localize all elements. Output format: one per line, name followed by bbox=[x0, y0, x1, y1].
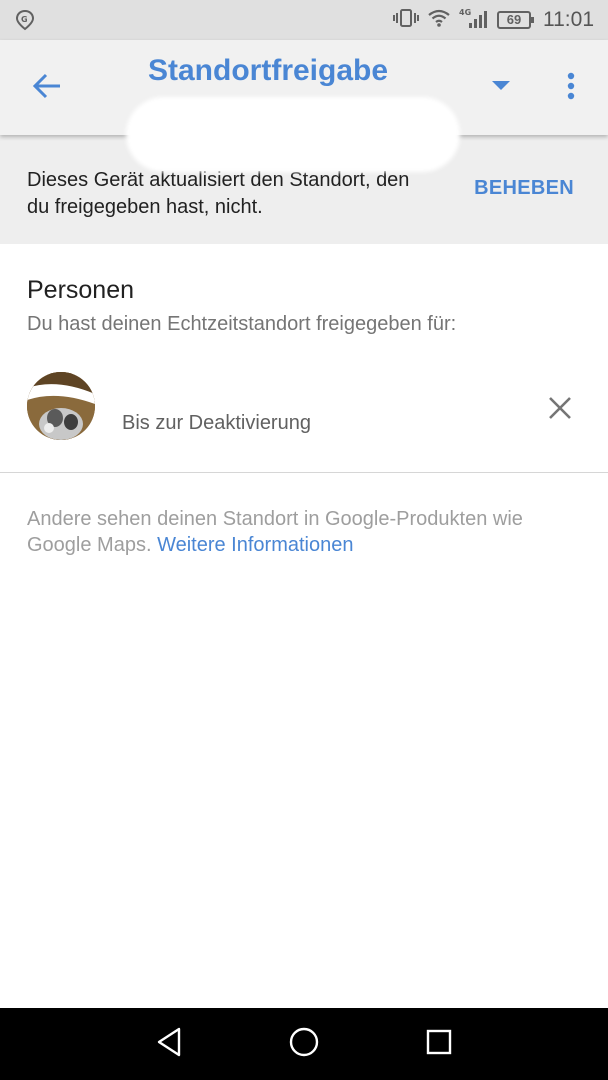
maps-location-icon: G bbox=[14, 9, 36, 31]
system-nav-bar bbox=[0, 1008, 608, 1080]
shared-person-row[interactable]: Bis zur Deaktivierung bbox=[0, 362, 608, 452]
wifi-icon bbox=[427, 8, 451, 33]
overflow-menu-button[interactable] bbox=[554, 68, 588, 108]
app-bar: Standortfreigabe bbox=[0, 40, 608, 172]
section-title: Personen bbox=[27, 276, 135, 304]
nav-back-button[interactable] bbox=[149, 1024, 189, 1064]
status-bar: G 4G 69 11:01 bbox=[0, 0, 608, 40]
more-vert-icon bbox=[567, 72, 575, 105]
fix-button[interactable]: BEHEBEN bbox=[474, 177, 574, 200]
banner-message: Dieses Gerät aktualisiert den Standort, … bbox=[27, 169, 410, 218]
info-footer: Andere sehen deinen Standort in Google-P… bbox=[27, 506, 587, 558]
svg-text:G: G bbox=[21, 15, 28, 24]
stop-sharing-button[interactable] bbox=[540, 390, 580, 430]
recents-square-icon bbox=[425, 1028, 453, 1061]
account-subtitle-redacted bbox=[126, 97, 460, 172]
back-triangle-icon bbox=[156, 1027, 182, 1062]
sharing-duration: Bis zur Deaktivierung bbox=[122, 412, 311, 434]
avatar bbox=[27, 372, 95, 440]
home-circle-icon bbox=[288, 1026, 320, 1063]
battery-icon: 69 bbox=[497, 11, 534, 29]
vibrate-icon bbox=[393, 8, 419, 33]
nav-home-button[interactable] bbox=[284, 1024, 324, 1064]
page-title: Standortfreigabe bbox=[148, 54, 389, 87]
person-name-redacted bbox=[122, 380, 282, 398]
network-type-label: 4G bbox=[459, 8, 471, 17]
close-icon bbox=[548, 396, 572, 425]
divider bbox=[0, 472, 608, 473]
dropdown-arrow-icon bbox=[492, 78, 510, 96]
cell-signal-icon: 4G bbox=[459, 7, 489, 34]
learn-more-link[interactable]: Weitere Informationen bbox=[157, 534, 353, 556]
back-arrow-icon bbox=[32, 73, 62, 104]
status-time: 11:01 bbox=[543, 8, 594, 31]
section-subtitle: Du hast deinen Echtzeitstandort freigege… bbox=[27, 313, 457, 335]
nav-recents-button[interactable] bbox=[419, 1024, 459, 1064]
back-button[interactable] bbox=[22, 66, 72, 110]
account-dropdown-button[interactable] bbox=[484, 70, 518, 104]
